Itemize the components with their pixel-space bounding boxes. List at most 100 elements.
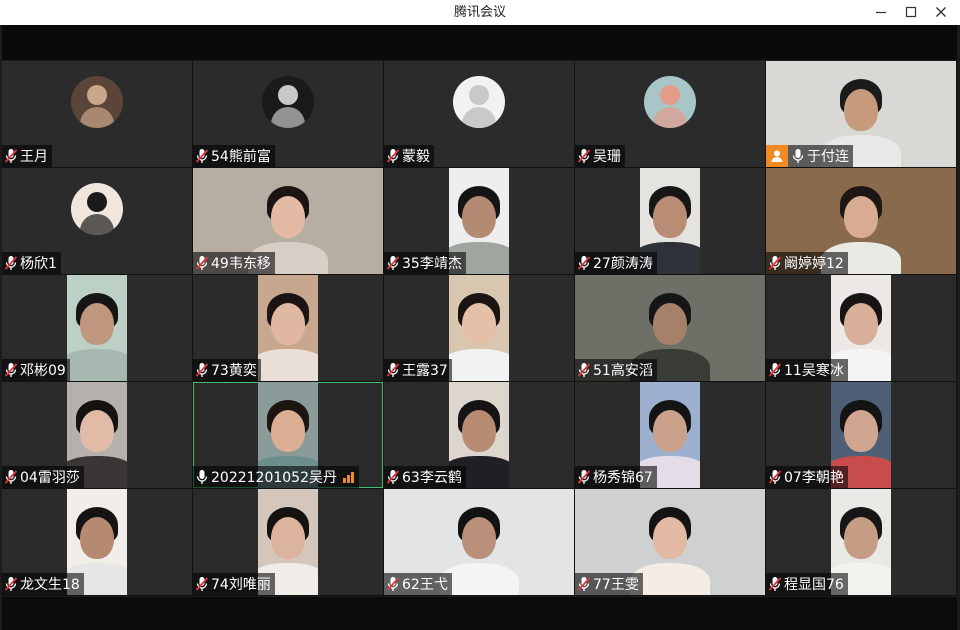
participant-name: 73黄奕 [211, 363, 257, 379]
mic-muted-icon [577, 256, 591, 270]
participant-name: 龙文生18 [20, 577, 80, 593]
participant-name-tag: 63李云鹤 [384, 466, 466, 488]
participant-name-tag: 04雷羽莎 [2, 466, 84, 488]
mic-muted-icon [577, 363, 591, 377]
participant-name: 王露37 [402, 363, 448, 379]
participant-tile[interactable]: 35李靖杰 [384, 168, 574, 274]
participant-tile[interactable]: 04雷羽莎 [2, 382, 192, 488]
participant-tile[interactable]: 龙文生18 [2, 489, 192, 595]
participant-name: 62王弋 [402, 577, 448, 593]
participant-name-tag: 于付连 [766, 145, 853, 167]
maximize-icon [905, 6, 917, 18]
participant-name-tag: 王月 [2, 145, 52, 167]
avatar [71, 76, 123, 128]
mic-on-icon [196, 470, 208, 484]
participant-name-tag: 07李朝艳 [766, 466, 848, 488]
window-title: 腾讯会议 [453, 5, 506, 20]
mic-muted-icon [386, 363, 400, 377]
mic-muted-icon [4, 363, 18, 377]
participant-tile[interactable]: 54熊前富 [193, 61, 383, 167]
minimize-icon [876, 11, 886, 14]
avatar [262, 76, 314, 128]
participant-name-tag: 35李靖杰 [384, 252, 466, 274]
participant-tile[interactable]: 20221201052吴丹 [193, 382, 383, 488]
participant-tile[interactable]: 程显国76 [766, 489, 956, 595]
participant-tile[interactable]: 62王弋 [384, 489, 574, 595]
participant-tile[interactable]: 杨秀锦67 [575, 382, 765, 488]
participant-name-tag: 吴珊 [575, 145, 625, 167]
participant-name: 王月 [20, 149, 48, 165]
participant-name: 27颜涛涛 [593, 256, 653, 272]
participant-tile[interactable]: 蒙毅 [384, 61, 574, 167]
participant-tile[interactable]: 49韦东移 [193, 168, 383, 274]
participant-tile[interactable]: 63李云鹤 [384, 382, 574, 488]
participant-name: 杨欣1 [20, 256, 57, 272]
participant-name: 于付连 [807, 149, 849, 165]
participant-tile[interactable]: 于付连 [766, 61, 956, 167]
mic-muted-icon [768, 256, 782, 270]
video-feed [258, 275, 318, 381]
participant-name-tag: 杨秀锦67 [575, 466, 657, 488]
mic-muted-icon [768, 363, 782, 377]
mic-muted-icon [577, 577, 591, 591]
mic-muted-icon [4, 577, 18, 591]
participant-name-tag: 杨欣1 [2, 252, 61, 274]
close-button[interactable] [926, 0, 956, 25]
participant-name-tag: 程显国76 [766, 573, 848, 595]
participant-name: 杨秀锦67 [593, 470, 653, 486]
participant-name-tag: 王露37 [384, 359, 452, 381]
participant-name-tag: 51高安滔 [575, 359, 657, 381]
participant-gallery: 王月 54熊前富 蒙毅 吴珊 于付连杨欣1 49韦东移 35李靖杰 27颜涛涛 阚婷婷12 邓彬0… [2, 61, 957, 596]
participant-tile[interactable]: 王露37 [384, 275, 574, 381]
meeting-bottom-bar [2, 597, 957, 630]
participant-name-tag: 20221201052吴丹 [193, 466, 359, 488]
participant-name: 07李朝艳 [784, 470, 844, 486]
participant-name-tag: 龙文生18 [2, 573, 84, 595]
participant-name-tag: 77王雯 [575, 573, 643, 595]
participant-name: 77王雯 [593, 577, 639, 593]
participant-name-tag: 54熊前富 [193, 145, 275, 167]
mic-on-icon [792, 149, 804, 163]
title-bar: 腾讯会议 [0, 0, 960, 25]
participant-name: 蒙毅 [402, 149, 430, 165]
participant-tile[interactable]: 王月 [2, 61, 192, 167]
mic-muted-icon [577, 149, 591, 163]
mic-muted-icon [768, 577, 782, 591]
participant-tile[interactable]: 77王雯 [575, 489, 765, 595]
mic-muted-icon [195, 363, 209, 377]
participant-name: 阚婷婷12 [784, 256, 844, 272]
maximize-button[interactable] [896, 0, 926, 25]
participant-tile[interactable]: 27颜涛涛 [575, 168, 765, 274]
participant-name-tag: 73黄奕 [193, 359, 261, 381]
participant-tile[interactable]: 11吴寒冰 [766, 275, 956, 381]
participant-name: 程显国76 [784, 577, 844, 593]
participant-tile[interactable]: 74刘唯丽 [193, 489, 383, 595]
video-feed [67, 275, 127, 381]
participant-name: 51高安滔 [593, 363, 653, 379]
participant-name-tag: 邓彬09 [2, 359, 70, 381]
participant-name: 20221201052吴丹 [211, 470, 337, 486]
participant-tile[interactable]: 07李朝艳 [766, 382, 956, 488]
participant-name: 吴珊 [593, 149, 621, 165]
mic-muted-icon [386, 256, 400, 270]
participant-tile[interactable]: 阚婷婷12 [766, 168, 956, 274]
participant-name: 邓彬09 [20, 363, 66, 379]
participant-name-tag: 11吴寒冰 [766, 359, 848, 381]
participant-tile[interactable]: 51高安滔 [575, 275, 765, 381]
avatar [71, 183, 123, 235]
participant-name: 04雷羽莎 [20, 470, 80, 486]
audio-level-icon [342, 471, 355, 483]
participant-tile[interactable]: 邓彬09 [2, 275, 192, 381]
default-avatar [453, 76, 505, 128]
participant-name: 49韦东移 [211, 256, 271, 272]
participant-name: 63李云鹤 [402, 470, 462, 486]
minimize-button[interactable] [866, 0, 896, 25]
mic-muted-icon [386, 470, 400, 484]
participant-tile[interactable]: 73黄奕 [193, 275, 383, 381]
mic-muted-icon [768, 470, 782, 484]
mic-muted-icon [195, 149, 209, 163]
participant-tile[interactable]: 杨欣1 [2, 168, 192, 274]
mic-muted-icon [195, 256, 209, 270]
mic-muted-icon [4, 149, 18, 163]
participant-tile[interactable]: 吴珊 [575, 61, 765, 167]
